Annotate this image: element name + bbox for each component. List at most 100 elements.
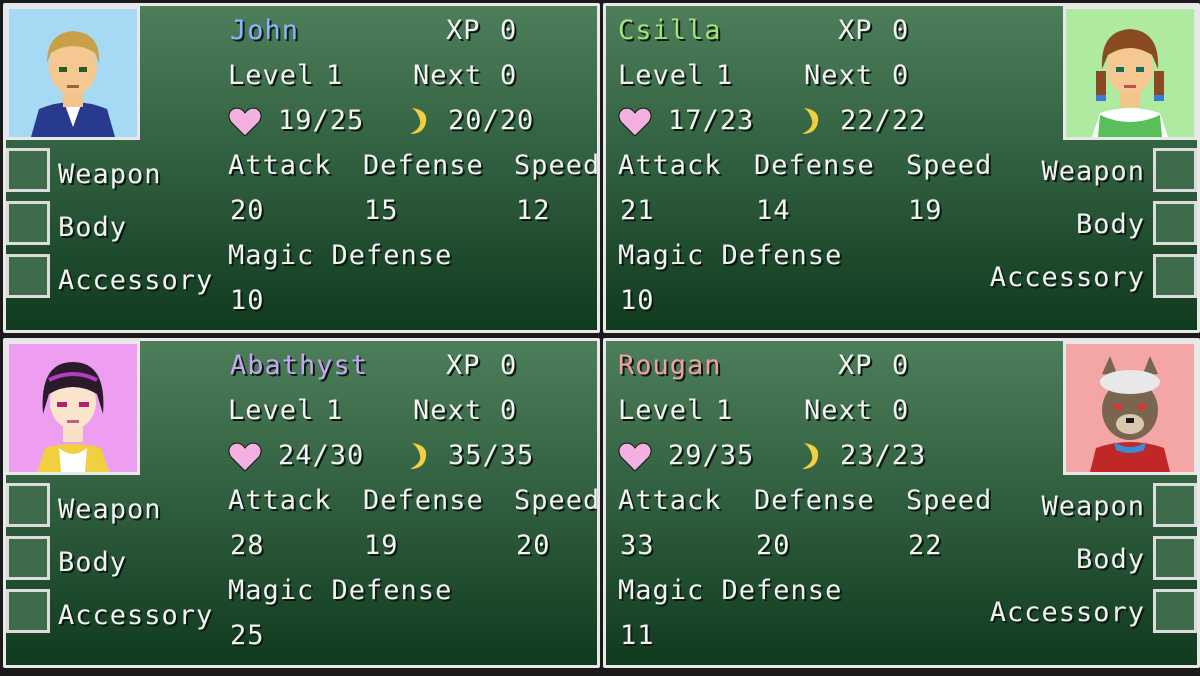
- level-value: 1: [326, 60, 344, 91]
- next-label: Next: [413, 395, 483, 426]
- defense-label: Defense: [754, 150, 875, 181]
- magic-defense-value: 25: [230, 620, 265, 651]
- accessory-slot-label: Accessory: [989, 597, 1145, 628]
- weapon-slot[interactable]: [6, 148, 50, 192]
- accessory-slot[interactable]: [1153, 254, 1197, 298]
- crescent-moon-icon: [410, 443, 427, 469]
- defense-value: 19: [364, 530, 399, 561]
- attack-value: 21: [620, 195, 655, 226]
- level-label: Level: [618, 60, 705, 91]
- heart-icon: [228, 107, 262, 137]
- attack-value: 20: [230, 195, 265, 226]
- heart-icon: [618, 107, 652, 137]
- accessory-slot[interactable]: [6, 254, 50, 298]
- speed-label: Speed: [514, 150, 600, 181]
- speed-label: Speed: [514, 485, 600, 516]
- level-value: 1: [716, 395, 734, 426]
- next-label: Next: [804, 395, 874, 426]
- speed-value: 19: [908, 195, 943, 226]
- defense-label: Defense: [363, 485, 484, 516]
- defense-value: 20: [756, 530, 791, 561]
- party-member-panel-john[interactable]: John XP 0 Level 1 Next 0 19/25 20/20 Att…: [3, 3, 600, 333]
- accessory-slot-label: Accessory: [58, 600, 214, 631]
- portrait-john: [6, 6, 140, 140]
- heart-icon: [228, 442, 262, 472]
- defense-value: 15: [364, 195, 399, 226]
- defense-value: 14: [756, 195, 791, 226]
- body-slot-label: Body: [1075, 209, 1145, 240]
- body-slot-label: Body: [58, 547, 128, 578]
- weapon-slot[interactable]: [1153, 483, 1197, 527]
- magic-defense-label: Magic Defense: [618, 575, 843, 606]
- xp-label: XP: [446, 15, 481, 46]
- crescent-moon-icon: [802, 108, 819, 134]
- abathyst-face-icon: [9, 344, 137, 472]
- party-member-panel-abathyst[interactable]: Abathyst XP 0 Level 1 Next 0 24/30 35/35…: [3, 338, 600, 668]
- defense-label: Defense: [754, 485, 875, 516]
- party-member-panel-csilla[interactable]: Csilla XP 0 Level 1 Next 0 17/23 22/22 A…: [603, 3, 1200, 333]
- attack-label: Attack: [228, 485, 332, 516]
- heart-icon: [618, 442, 652, 472]
- weapon-slot-label: Weapon: [58, 494, 162, 525]
- body-slot[interactable]: [1153, 536, 1197, 580]
- defense-label: Defense: [363, 150, 484, 181]
- portrait-abathyst: [6, 341, 140, 475]
- magic-defense-value: 10: [620, 285, 655, 316]
- body-slot[interactable]: [1153, 201, 1197, 245]
- xp-value: 0: [892, 15, 910, 46]
- level-label: Level: [228, 395, 315, 426]
- character-name: Csilla: [618, 15, 722, 46]
- body-slot-label: Body: [1075, 544, 1145, 575]
- weapon-slot[interactable]: [1153, 148, 1197, 192]
- character-name: Abathyst: [230, 350, 369, 381]
- body-slot[interactable]: [6, 536, 50, 580]
- next-label: Next: [804, 60, 874, 91]
- attack-label: Attack: [228, 150, 332, 181]
- mp-value: 22/22: [840, 105, 927, 136]
- speed-value: 20: [516, 530, 551, 561]
- xp-value: 0: [892, 350, 910, 381]
- accessory-slot[interactable]: [1153, 589, 1197, 633]
- next-label: Next: [413, 60, 483, 91]
- crescent-moon-icon: [802, 443, 819, 469]
- body-slot-label: Body: [58, 212, 128, 243]
- next-value: 0: [500, 395, 518, 426]
- hp-value: 19/25: [278, 105, 365, 136]
- hp-value: 29/35: [668, 440, 755, 471]
- attack-value: 28: [230, 530, 265, 561]
- crescent-moon-icon: [410, 108, 427, 134]
- speed-value: 12: [516, 195, 551, 226]
- attack-label: Attack: [618, 150, 722, 181]
- portrait-rougan: [1063, 341, 1197, 475]
- weapon-slot-label: Weapon: [1041, 491, 1145, 522]
- speed-label: Speed: [906, 150, 993, 181]
- accessory-slot-label: Accessory: [989, 262, 1145, 293]
- level-label: Level: [618, 395, 705, 426]
- level-label: Level: [228, 60, 315, 91]
- body-slot[interactable]: [6, 201, 50, 245]
- attack-label: Attack: [618, 485, 722, 516]
- hp-value: 24/30: [278, 440, 365, 471]
- character-name: John: [230, 15, 300, 46]
- speed-label: Speed: [906, 485, 993, 516]
- next-value: 0: [500, 60, 518, 91]
- accessory-slot[interactable]: [6, 589, 50, 633]
- hp-value: 17/23: [668, 105, 755, 136]
- level-value: 1: [716, 60, 734, 91]
- xp-label: XP: [446, 350, 481, 381]
- next-value: 0: [892, 60, 910, 91]
- weapon-slot-label: Weapon: [58, 159, 162, 190]
- xp-label: XP: [838, 350, 873, 381]
- magic-defense-value: 11: [620, 620, 655, 651]
- level-value: 1: [326, 395, 344, 426]
- portrait-csilla: [1063, 6, 1197, 140]
- party-member-panel-rougan[interactable]: Rougan XP 0 Level 1 Next 0 29/35 23/23 A…: [603, 338, 1200, 668]
- speed-value: 22: [908, 530, 943, 561]
- weapon-slot-label: Weapon: [1041, 156, 1145, 187]
- weapon-slot[interactable]: [6, 483, 50, 527]
- next-value: 0: [892, 395, 910, 426]
- mp-value: 35/35: [448, 440, 535, 471]
- character-name: Rougan: [618, 350, 722, 381]
- xp-label: XP: [838, 15, 873, 46]
- magic-defense-value: 10: [230, 285, 265, 316]
